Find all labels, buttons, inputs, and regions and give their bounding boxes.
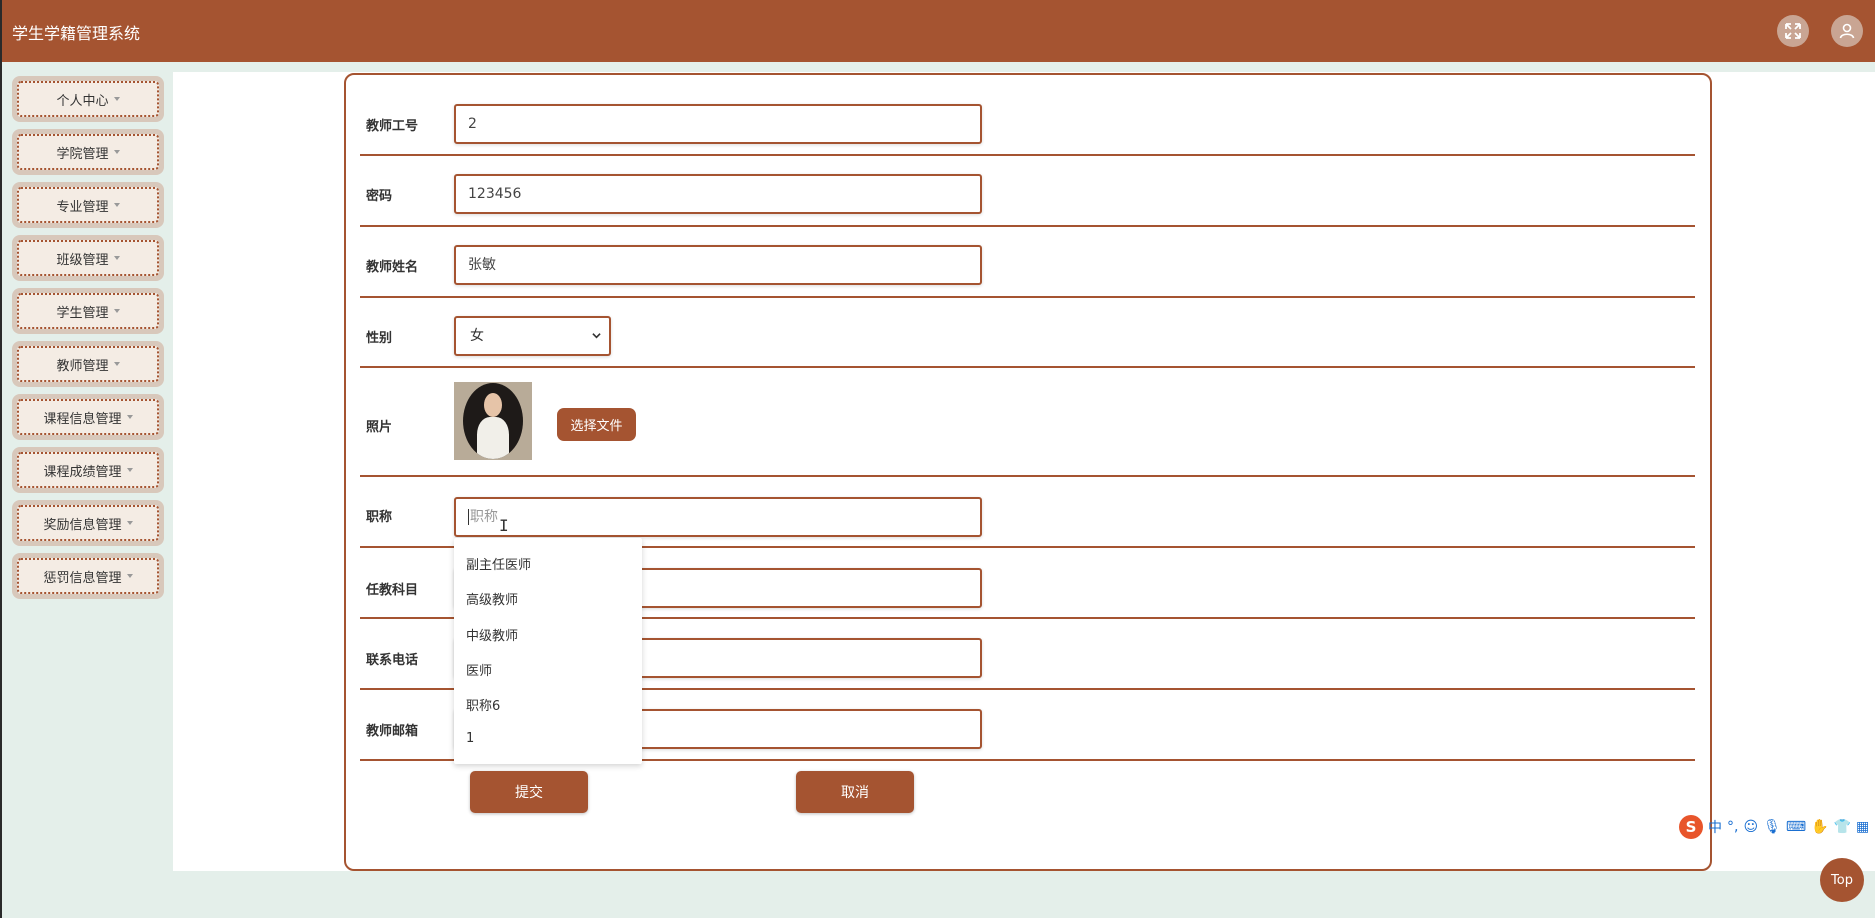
- sidebar-item-label: 学院管理: [56, 146, 109, 162]
- suggestion-item[interactable]: 副主任医师: [466, 554, 531, 573]
- form-row-password: 密码 123456: [360, 156, 1695, 227]
- phone-label: 联系电话: [366, 653, 419, 668]
- teacher-id-label: 教师工号: [366, 119, 419, 134]
- choose-file-button[interactable]: 选择文件: [557, 408, 636, 441]
- gender-label: 性别: [366, 331, 393, 346]
- grid-icon[interactable]: ▦: [1856, 819, 1869, 835]
- sidebar-item-label: 个人中心: [56, 93, 109, 109]
- teacher-id-input[interactable]: 2: [454, 104, 982, 144]
- title-suggestions-dropdown: 副主任医师 高级教师 中级教师 医师 职称6 1: [454, 538, 642, 764]
- sidebar-item-rewards[interactable]: 奖励信息管理: [12, 500, 164, 546]
- tools-icon[interactable]: ✋: [1811, 819, 1828, 835]
- sidebar-item-label: 课程成绩管理: [43, 464, 122, 480]
- chevron-down-icon: [126, 415, 133, 419]
- sidebar-item-label: 教师管理: [56, 358, 109, 374]
- sidebar-item-label: 惩罚信息管理: [43, 570, 122, 586]
- ime-toolbar[interactable]: S 中 °, ☺ 🎙 ⌨ ✋ 👕 ▦: [1679, 814, 1875, 840]
- chevron-down-icon: [592, 333, 601, 339]
- teacher-photo: [454, 382, 532, 460]
- chevron-down-icon: [126, 574, 133, 578]
- suggestion-item[interactable]: 职称6: [466, 695, 500, 714]
- shirt-icon[interactable]: 👕: [1834, 819, 1851, 835]
- submit-button[interactable]: 提交: [470, 771, 588, 813]
- mic-icon[interactable]: 🎙: [1763, 819, 1781, 835]
- title-input-placeholder: 职称: [470, 509, 498, 525]
- chevron-down-icon: [126, 521, 133, 525]
- form-row-teacher-id: 教师工号 2: [360, 85, 1695, 156]
- email-label: 教师邮箱: [366, 724, 419, 739]
- top-bar: 学生学籍管理系统: [0, 0, 1875, 62]
- form-row-teacher-name: 教师姓名 张敏: [360, 227, 1695, 298]
- sidebar-item-label: 课程信息管理: [43, 411, 122, 427]
- sidebar-item-personal-center[interactable]: 个人中心: [12, 76, 164, 122]
- photo-label: 照片: [366, 420, 393, 435]
- form-row-photo: 照片 选择文件: [360, 368, 1695, 477]
- chevron-down-icon: [113, 309, 120, 313]
- ime-mode[interactable]: 中: [1708, 817, 1722, 837]
- sidebar: 个人中心 学院管理 专业管理 班级管理 学生管理 教师管理 课程信息管理 课程成…: [0, 62, 172, 918]
- sidebar-item-punishments[interactable]: 惩罚信息管理: [12, 553, 164, 599]
- suggestion-item[interactable]: 医师: [466, 660, 492, 679]
- keyboard-icon[interactable]: ⌨: [1786, 819, 1806, 835]
- user-icon[interactable]: [1831, 15, 1863, 47]
- chevron-down-icon: [113, 362, 120, 366]
- sidebar-item-label: 班级管理: [56, 252, 109, 268]
- smiley-icon[interactable]: ☺: [1743, 819, 1758, 835]
- sidebar-item-course-grades[interactable]: 课程成绩管理: [12, 447, 164, 493]
- teacher-name-input[interactable]: 张敏: [454, 245, 982, 285]
- text-cursor-icon: I: [499, 516, 509, 535]
- sidebar-item-major[interactable]: 专业管理: [12, 182, 164, 228]
- sidebar-item-course-info[interactable]: 课程信息管理: [12, 394, 164, 440]
- fullscreen-icon[interactable]: [1777, 15, 1809, 47]
- password-input[interactable]: 123456: [454, 174, 982, 214]
- chevron-down-icon: [113, 150, 120, 154]
- sidebar-item-college[interactable]: 学院管理: [12, 129, 164, 175]
- subject-label: 任教科目: [366, 583, 419, 598]
- chevron-down-icon: [113, 97, 120, 101]
- chevron-down-icon: [126, 468, 133, 472]
- password-label: 密码: [366, 189, 393, 204]
- sidebar-item-teacher[interactable]: 教师管理: [12, 341, 164, 387]
- title-input[interactable]: 职称: [454, 497, 982, 537]
- sidebar-item-class[interactable]: 班级管理: [12, 235, 164, 281]
- chevron-down-icon: [113, 256, 120, 260]
- gender-select[interactable]: 女: [454, 316, 611, 356]
- title-label: 职称: [366, 510, 393, 525]
- sidebar-item-label: 学生管理: [56, 305, 109, 321]
- ime-logo-icon[interactable]: S: [1679, 815, 1703, 839]
- suggestion-item[interactable]: 中级教师: [466, 625, 518, 644]
- sidebar-item-student[interactable]: 学生管理: [12, 288, 164, 334]
- sidebar-item-label: 奖励信息管理: [43, 517, 122, 533]
- suggestion-item[interactable]: 1: [466, 731, 474, 746]
- ime-punct[interactable]: °,: [1727, 819, 1738, 835]
- chevron-down-icon: [113, 203, 120, 207]
- back-to-top-button[interactable]: Top: [1820, 858, 1864, 902]
- suggestion-item[interactable]: 高级教师: [466, 589, 518, 608]
- app-title: 学生学籍管理系统: [12, 24, 141, 43]
- form-row-gender: 性别 女: [360, 298, 1695, 368]
- gender-selected-value: 女: [470, 328, 484, 344]
- sidebar-item-label: 专业管理: [56, 199, 109, 215]
- teacher-name-label: 教师姓名: [366, 260, 419, 275]
- cancel-button[interactable]: 取消: [796, 771, 914, 813]
